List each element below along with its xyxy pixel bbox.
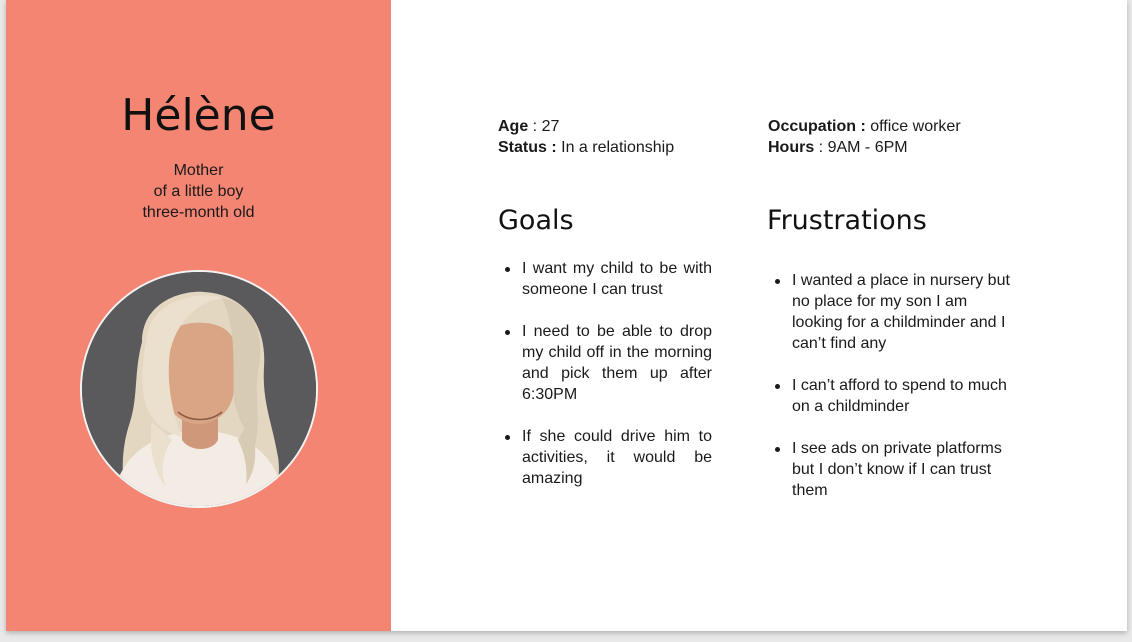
persona-sidebar: Hélène Mother of a little boy three-mont…: [6, 0, 391, 631]
occupation-hours-block: Occupation : office worker Hours : 9AM -…: [768, 116, 961, 158]
hours-separator: :: [814, 139, 828, 156]
frustrations-title: Frustrations: [767, 205, 927, 236]
persona-subtitle: Mother of a little boy three-month old: [6, 160, 391, 223]
age-separator: :: [528, 118, 542, 135]
avatar: [80, 270, 318, 508]
hours-value: 9AM - 6PM: [827, 139, 908, 156]
age-status-block: Age : 27 Status : In a relationship: [498, 116, 674, 158]
goals-title: Goals: [498, 205, 574, 236]
goal-item: I want my child to be with someone I can…: [498, 258, 712, 300]
hours-label: Hours: [768, 139, 815, 156]
status-row: Status : In a relationship: [498, 137, 674, 158]
frustration-item: I see ads on private platforms but I don…: [768, 438, 1020, 501]
goals-list: I want my child to be with someone I can…: [498, 258, 712, 510]
persona-subtitle-line: three-month old: [142, 204, 255, 221]
frustration-item: I can’t afford to spend to much on a chi…: [768, 375, 1020, 417]
persona-subtitle-line: Mother: [173, 162, 224, 179]
goal-item: If she could drive him to activities, it…: [498, 426, 712, 489]
status-value: In a relationship: [561, 139, 675, 156]
frustration-item: I wanted a place in nursery but no place…: [768, 270, 1020, 354]
woman-portrait-icon: [82, 272, 316, 506]
frustrations-list: I wanted a place in nursery but no place…: [768, 270, 1020, 522]
persona-subtitle-line: of a little boy: [153, 183, 244, 200]
age-label: Age: [498, 118, 529, 135]
persona-slide: Hélène Mother of a little boy three-mont…: [6, 0, 1127, 631]
goal-item: I need to be able to drop my child off i…: [498, 321, 712, 405]
hours-row: Hours : 9AM - 6PM: [768, 137, 961, 158]
occupation-row: Occupation : office worker: [768, 116, 961, 137]
status-label: Status :: [498, 139, 557, 156]
age-row: Age : 27: [498, 116, 674, 137]
occupation-value: office worker: [870, 118, 961, 135]
persona-name: Hélène: [121, 90, 276, 141]
occupation-label: Occupation :: [768, 118, 866, 135]
age-value: 27: [541, 118, 560, 135]
